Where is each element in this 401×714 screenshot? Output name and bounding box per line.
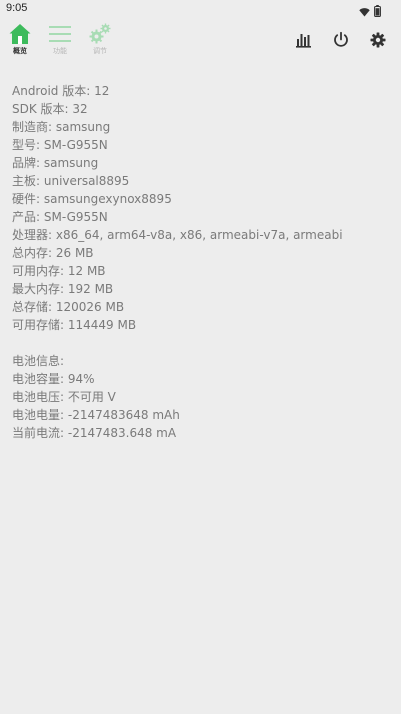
- top-toolbar: 概览 功能 调节: [0, 18, 401, 62]
- hardware: 硬件: samsungexynox8895: [12, 192, 172, 206]
- settings-button[interactable]: [368, 30, 388, 50]
- processor: 处理器: x86_64, arm64-v8a, x86, armeabi-v7a…: [12, 228, 343, 242]
- bar-chart-icon: [294, 34, 314, 54]
- power-button[interactable]: [331, 30, 351, 50]
- board: 主板: universal8895: [12, 174, 130, 188]
- available-storage: 可用存储: 114449 MB: [12, 318, 137, 332]
- menu-icon: [48, 22, 72, 46]
- manufacturer: 制造商: samsung: [12, 120, 111, 134]
- gears-icon: [88, 22, 112, 46]
- brand: 品牌: samsung: [12, 156, 99, 170]
- total-storage: 总存储: 120026 MB: [12, 300, 125, 314]
- battery-info-heading: 电池信息:: [12, 354, 65, 368]
- stats-button[interactable]: [294, 30, 314, 50]
- battery-charge: 电池电量: -2147483648 mAh: [12, 408, 180, 422]
- status-time: 9:05: [6, 2, 28, 14]
- app-screen: 9:05 概览 功能 调节 Android 版本: 12 SDK 版本: 32 …: [0, 0, 401, 714]
- battery-current: 当前电流: -2147483.648 mA: [12, 426, 177, 440]
- total-memory: 总内存: 26 MB: [12, 246, 94, 260]
- battery-voltage: 电池电压: 不可用 V: [12, 390, 116, 404]
- settings-icon: [368, 32, 388, 54]
- battery-capacity: 电池容量: 94%: [12, 372, 95, 386]
- home-icon: [8, 22, 32, 46]
- model: 型号: SM-G955N: [12, 138, 108, 152]
- product: 产品: SM-G955N: [12, 210, 108, 224]
- tab-tune-label: 调节: [93, 47, 107, 55]
- tab-overview-label: 概览: [13, 47, 27, 55]
- tab-overview[interactable]: 概览: [5, 22, 35, 58]
- available-memory: 可用内存: 12 MB: [12, 264, 106, 278]
- tab-tune[interactable]: 调节: [85, 22, 115, 58]
- tab-functions-label: 功能: [53, 47, 67, 55]
- device-info-panel: Android 版本: 12 SDK 版本: 32 制造商: samsung 型…: [12, 82, 392, 442]
- power-icon: [331, 31, 351, 54]
- max-memory: 最大内存: 192 MB: [12, 282, 114, 296]
- tab-functions[interactable]: 功能: [45, 22, 75, 58]
- android-version: Android 版本: 12: [12, 84, 110, 98]
- status-bar: 9:05: [0, 0, 401, 18]
- sdk-version: SDK 版本: 32: [12, 102, 88, 116]
